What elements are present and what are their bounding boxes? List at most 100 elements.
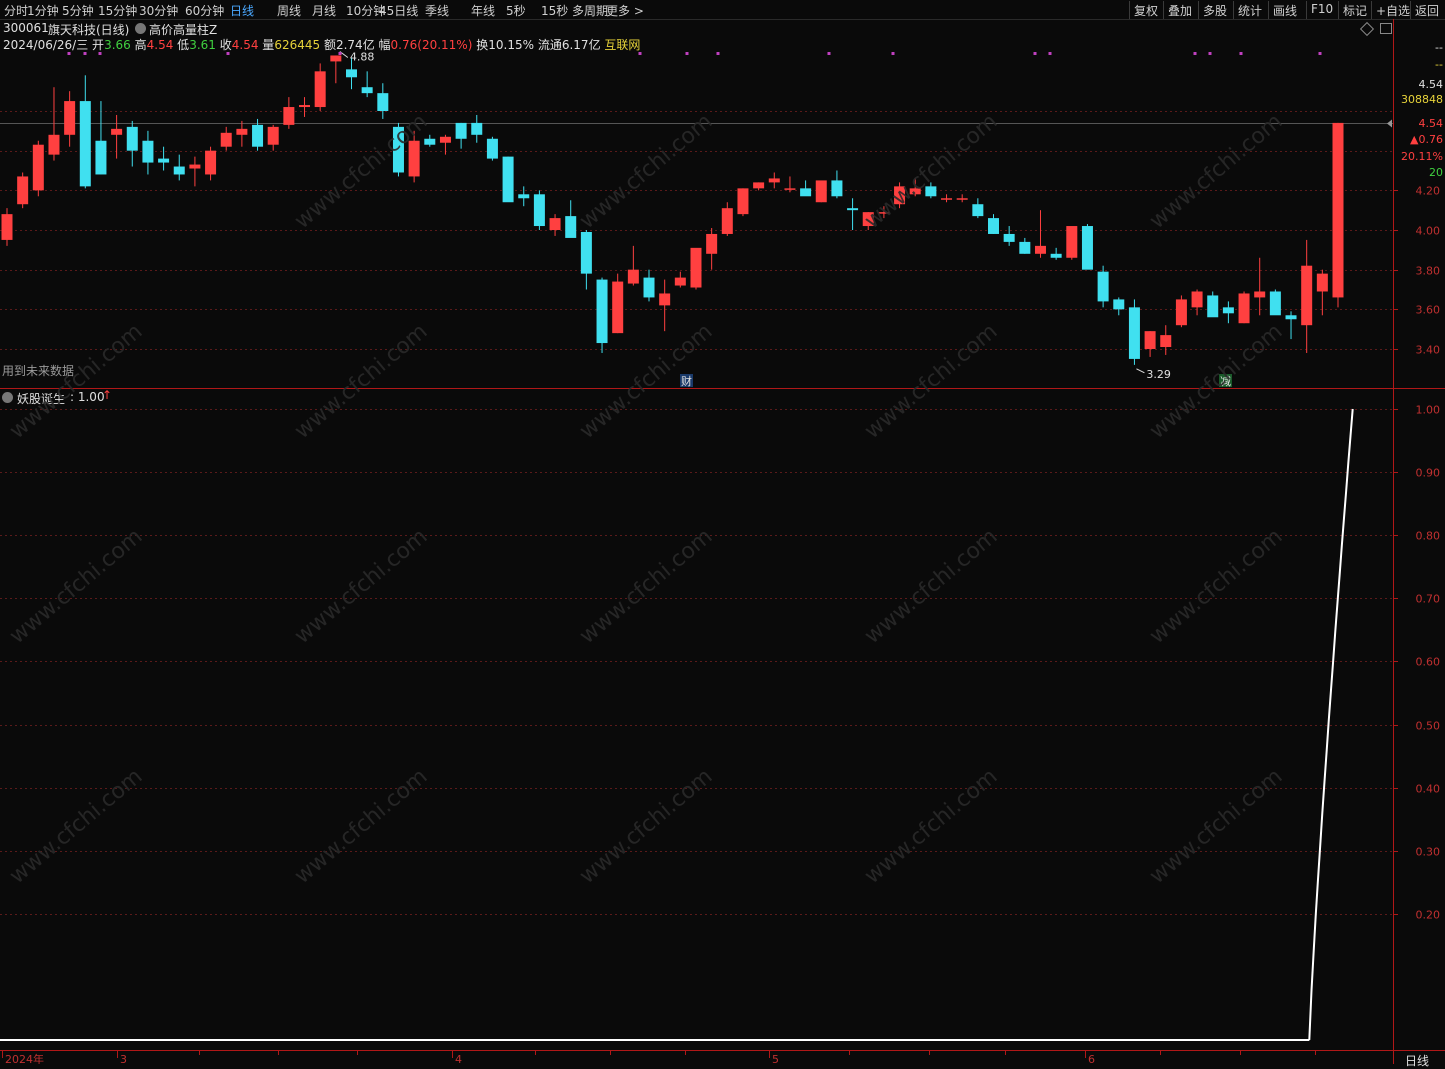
candle-body bbox=[643, 277, 655, 298]
sub-ylabel: 0.20 bbox=[1416, 909, 1441, 922]
candle-body bbox=[283, 107, 295, 125]
candle-body bbox=[95, 140, 107, 175]
signal-dot bbox=[1048, 52, 1052, 55]
candle-body bbox=[1034, 245, 1046, 254]
candle-body bbox=[1019, 241, 1031, 254]
candle-body bbox=[1207, 295, 1219, 318]
candle-body bbox=[659, 293, 671, 306]
candle-body bbox=[1191, 291, 1203, 308]
up-arrow-icon: ↑ bbox=[102, 388, 113, 402]
candle-body bbox=[706, 233, 718, 254]
candle-body bbox=[252, 124, 264, 147]
candle-body bbox=[158, 158, 170, 163]
candle-body bbox=[1003, 233, 1015, 242]
candle-body bbox=[1175, 299, 1187, 326]
x-axis-label: 4 bbox=[455, 1053, 462, 1064]
sub-ylabel: 0.40 bbox=[1416, 783, 1441, 796]
candle-body bbox=[267, 126, 279, 145]
sub-indicator-dropdown-icon[interactable] bbox=[2, 392, 13, 403]
candle-body bbox=[815, 180, 827, 203]
candle-body bbox=[455, 122, 467, 139]
candle-body bbox=[956, 198, 968, 200]
candle-body bbox=[408, 140, 420, 177]
candle-body bbox=[1269, 291, 1281, 316]
candle-body bbox=[32, 144, 44, 191]
sub-indicator-value: : 1.00 bbox=[70, 390, 105, 404]
yaogu-line bbox=[0, 408, 1354, 1041]
right-panel-value-1: -- bbox=[1435, 58, 1443, 71]
right-panel-value-0: -- bbox=[1435, 41, 1443, 54]
candle-body bbox=[189, 164, 201, 169]
signal-dot bbox=[716, 52, 720, 55]
candle-body bbox=[142, 140, 154, 163]
main-ylabel: 4.00 bbox=[1416, 225, 1441, 238]
candle-body bbox=[768, 178, 780, 183]
main-ylabel: 3.60 bbox=[1416, 304, 1441, 317]
main-ylabel: 3.40 bbox=[1416, 344, 1441, 357]
candle-body bbox=[753, 182, 765, 189]
candle-body bbox=[345, 69, 357, 78]
candle-body bbox=[220, 132, 232, 147]
x-axis-label: 5 bbox=[772, 1053, 779, 1064]
last-price-marker-icon bbox=[1387, 119, 1392, 128]
sub-indicator-title[interactable]: 妖股诞生 bbox=[17, 390, 65, 407]
candle-body bbox=[1128, 307, 1140, 359]
candle-body bbox=[674, 277, 686, 286]
low-marker-pointer bbox=[1136, 368, 1145, 374]
candle-body bbox=[784, 188, 796, 190]
candle-body bbox=[1222, 307, 1234, 314]
candle-body bbox=[79, 101, 91, 187]
candle-body bbox=[299, 105, 311, 108]
right-panel-value-2: 4.54 bbox=[1419, 78, 1444, 91]
right-panel-value-6: 20.11% bbox=[1401, 150, 1443, 163]
signal-dot bbox=[891, 52, 895, 55]
candle-body bbox=[424, 138, 436, 145]
candle-body bbox=[831, 180, 843, 197]
candle-body bbox=[1144, 331, 1156, 349]
low-marker-label: 3.29 bbox=[1146, 368, 1171, 381]
candle-body bbox=[894, 186, 906, 205]
candle-body bbox=[1238, 293, 1250, 324]
period-label: 日线 bbox=[1405, 1054, 1430, 1068]
high-marker-label: 4.88 bbox=[350, 50, 375, 63]
candle-body bbox=[1, 214, 13, 240]
signal-dot bbox=[1193, 52, 1197, 55]
kline-chart[interactable]: 4.204.003.803.603.404.883.29财 减----4.5430… bbox=[0, 0, 1445, 1064]
candle-body bbox=[1066, 226, 1078, 258]
candle-body bbox=[439, 136, 451, 143]
candle-body bbox=[612, 281, 624, 334]
signal-dot bbox=[685, 52, 689, 55]
candle-body bbox=[847, 208, 859, 211]
candle-body bbox=[941, 198, 953, 200]
x-axis-label: 2024年 bbox=[5, 1052, 44, 1064]
candle-body bbox=[1097, 271, 1109, 302]
candle-body bbox=[1160, 335, 1172, 348]
candle-body bbox=[1285, 315, 1297, 320]
signal-dot bbox=[83, 52, 87, 55]
sub-ylabel: 0.30 bbox=[1416, 846, 1441, 859]
candle-body bbox=[565, 216, 577, 238]
candle-body bbox=[627, 269, 639, 284]
right-panel-value-4: 4.54 bbox=[1419, 117, 1444, 130]
candle-body bbox=[64, 101, 76, 135]
candle-body bbox=[721, 208, 733, 234]
main-ylabel: 4.20 bbox=[1416, 185, 1441, 198]
candle-body bbox=[471, 122, 483, 135]
candle-body bbox=[909, 188, 921, 195]
candle-body bbox=[596, 279, 608, 344]
signal-dot bbox=[827, 52, 831, 55]
right-panel-value-3: 308848 bbox=[1401, 93, 1443, 106]
candle-body bbox=[486, 138, 498, 159]
x-axis-label: 6 bbox=[1088, 1053, 1095, 1064]
candle-body bbox=[173, 166, 185, 175]
signal-dot bbox=[98, 52, 102, 55]
candle-body bbox=[988, 218, 1000, 234]
candle-body bbox=[126, 126, 138, 151]
signal-dot bbox=[67, 52, 71, 55]
candle-body bbox=[690, 247, 702, 288]
candle-body bbox=[580, 231, 592, 274]
candle-body bbox=[330, 55, 342, 62]
signal-dot bbox=[1033, 52, 1037, 55]
sub-ylabel: 1.00 bbox=[1416, 404, 1441, 417]
candle-body bbox=[737, 188, 749, 215]
